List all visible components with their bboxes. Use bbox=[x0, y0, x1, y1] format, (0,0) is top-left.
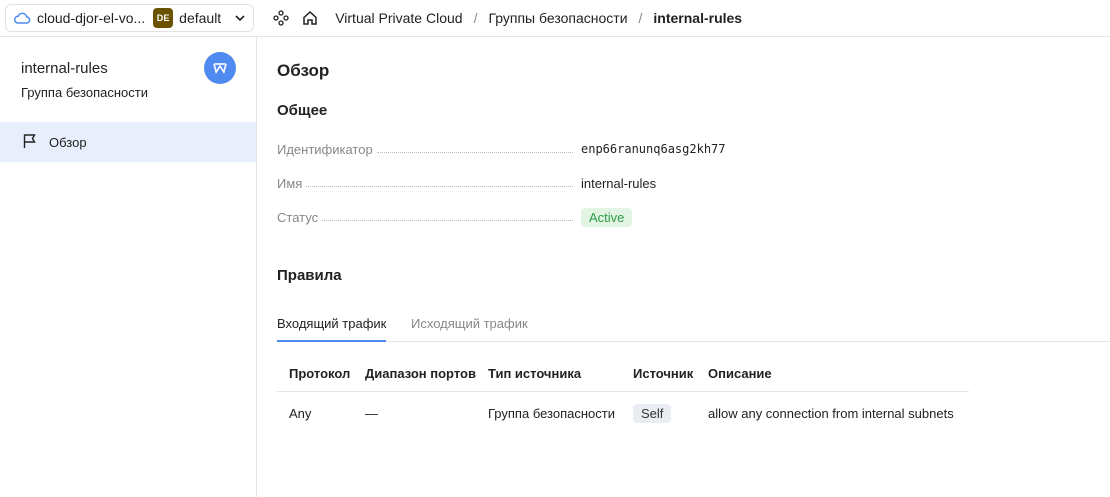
security-group-icon bbox=[204, 52, 236, 84]
sidebar-subtitle: Группа безопасности bbox=[21, 85, 148, 100]
flag-icon bbox=[21, 132, 39, 153]
breadcrumb-separator: / bbox=[473, 10, 478, 26]
rules-section-title: Правила bbox=[277, 267, 342, 284]
sidebar-item-label: Обзор bbox=[49, 134, 87, 150]
page-title: Обзор bbox=[277, 61, 330, 80]
table-header: Протокол Диапазон портов Тип источника И… bbox=[277, 355, 969, 392]
breadcrumb: Virtual Private Cloud / Группы безопасно… bbox=[335, 10, 742, 26]
rules-table: Протокол Диапазон портов Тип источника И… bbox=[277, 355, 969, 434]
cell-source: Self bbox=[633, 403, 672, 423]
tab-egress[interactable]: Исходящий трафик bbox=[411, 316, 528, 342]
cell-source-type: Группа безопасности bbox=[488, 405, 615, 421]
status-badge: Active bbox=[581, 207, 633, 227]
home-icon[interactable] bbox=[301, 9, 319, 27]
column-header: Протокол bbox=[289, 365, 351, 381]
sidebar-title: internal-rules bbox=[21, 60, 108, 77]
column-header: Источник bbox=[633, 365, 694, 381]
property-value-name: internal-rules bbox=[581, 175, 657, 191]
general-section-title: Общее bbox=[277, 102, 328, 119]
table-row[interactable]: Any — Группа безопасности Self allow any… bbox=[277, 392, 969, 434]
cell-port-range: — bbox=[365, 405, 378, 421]
cloud-folder-switcher[interactable]: cloud-djor-el-vo... DE default bbox=[5, 4, 255, 32]
folder-badge: DE bbox=[153, 8, 174, 28]
column-header: Диапазон портов bbox=[365, 365, 476, 381]
traffic-tabs: Входящий трафик Исходящий трафик bbox=[277, 311, 1110, 342]
cell-description: allow any connection from internal subne… bbox=[708, 405, 954, 421]
breadcrumb-vpc[interactable]: Virtual Private Cloud bbox=[335, 10, 462, 26]
breadcrumb-separator: / bbox=[638, 10, 643, 26]
sidebar: internal-rules Группа безопасности Обзор bbox=[0, 37, 257, 497]
folder-name: default bbox=[179, 10, 222, 26]
main-content: Обзор Общее Идентификатор enp66ranunq6as… bbox=[257, 37, 1110, 497]
tab-ingress[interactable]: Входящий трафик bbox=[277, 316, 387, 342]
top-bar: cloud-djor-el-vo... DE default Virtual P… bbox=[0, 0, 1110, 37]
property-row-id: Идентификатор enp66ranunq6asg2kh77 bbox=[277, 138, 837, 160]
property-row-status: Статус Active bbox=[277, 206, 837, 228]
cloud-name: cloud-djor-el-vo... bbox=[37, 10, 146, 26]
property-row-name: Имя internal-rules bbox=[277, 172, 837, 194]
breadcrumb-security-groups[interactable]: Группы безопасности bbox=[488, 10, 627, 26]
services-icon[interactable] bbox=[272, 9, 290, 27]
property-key: Идентификатор bbox=[277, 141, 373, 157]
column-header: Тип источника bbox=[488, 365, 582, 381]
property-key: Статус bbox=[277, 209, 319, 225]
property-key: Имя bbox=[277, 175, 303, 191]
property-value-id[interactable]: enp66ranunq6asg2kh77 bbox=[581, 142, 726, 156]
cloud-icon bbox=[13, 9, 31, 27]
sidebar-item-overview[interactable]: Обзор bbox=[0, 122, 256, 162]
column-header: Описание bbox=[708, 365, 772, 381]
chevron-down-icon bbox=[233, 11, 247, 25]
breadcrumb-current: internal-rules bbox=[653, 10, 743, 26]
cell-protocol: Any bbox=[289, 405, 312, 421]
